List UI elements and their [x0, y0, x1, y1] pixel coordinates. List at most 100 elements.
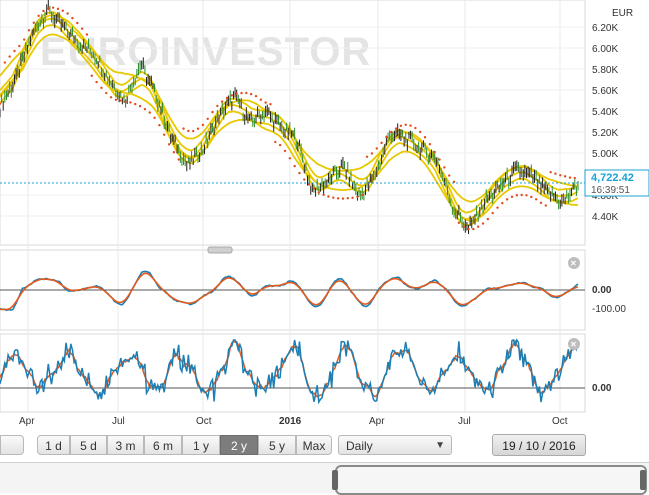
- sar-dot: [443, 166, 446, 169]
- price-tick: 5.20K: [592, 128, 618, 139]
- sar-dot: [27, 29, 31, 32]
- sar-dot: [13, 49, 16, 53]
- sar-dot: [66, 12, 69, 15]
- scroll-left-button[interactable]: [0, 435, 24, 455]
- interval-select[interactable]: Daily ▼: [338, 435, 452, 455]
- sar-dot: [423, 136, 427, 139]
- sar-dot: [501, 201, 504, 205]
- sar-dot: [351, 196, 354, 199]
- sar-dot: [462, 225, 465, 229]
- x-tick: Oct: [196, 416, 212, 427]
- sar-dot: [409, 124, 412, 127]
- sar-dot: [211, 110, 214, 114]
- sar-dot: [259, 98, 263, 101]
- price-tick: 6.00K: [592, 44, 618, 55]
- price-tick: 5.40K: [592, 107, 618, 118]
- sar-dot: [481, 222, 485, 225]
- x-tick: 2016: [279, 416, 302, 427]
- sar-dot: [525, 194, 528, 197]
- sar-dot: [134, 102, 137, 106]
- sar-dot: [100, 86, 103, 90]
- sar-dot: [563, 175, 567, 178]
- price-tick: 5.00K: [592, 149, 618, 160]
- navigator-right-handle[interactable]: [640, 470, 646, 490]
- sar-dot: [8, 55, 11, 58]
- range-1d-button[interactable]: 1 d: [37, 435, 70, 455]
- sar-dot: [433, 150, 436, 154]
- current-price-value: 4,722.42: [591, 172, 634, 184]
- price-tick: 5.80K: [592, 65, 618, 76]
- sar-dot: [109, 96, 113, 99]
- sar-dot: [61, 9, 64, 12]
- sar-dot: [80, 27, 84, 30]
- sar-dot: [288, 157, 292, 160]
- sar-dot: [380, 141, 383, 145]
- sar-dot: [3, 61, 7, 64]
- sar-dot: [394, 127, 398, 130]
- chart-area[interactable]: EUROINVESTOR EUR 6.20K 6.00K 5.80K 5.60K…: [0, 0, 649, 492]
- sar-dot: [520, 193, 523, 197]
- sar-dot: [322, 193, 325, 197]
- sar-dot: [56, 7, 60, 11]
- panel-splitter[interactable]: [207, 246, 233, 254]
- sar-dot: [370, 152, 374, 155]
- sar-dot: [505, 198, 509, 201]
- date-display: 19 / 10 / 2016: [492, 434, 586, 456]
- sar-dot: [71, 16, 74, 20]
- sar-dot: [303, 178, 306, 181]
- sar-dot: [317, 191, 320, 194]
- svg-text:×: ×: [571, 259, 577, 270]
- price-tick: 6.20K: [592, 23, 618, 34]
- sar-dot: [549, 170, 552, 174]
- sar-dot: [274, 140, 277, 144]
- navigator-window[interactable]: [335, 465, 647, 495]
- sar-dot: [336, 197, 340, 200]
- sar-dot: [539, 201, 543, 205]
- navigator-left-handle[interactable]: [332, 470, 338, 490]
- sar-dot: [196, 127, 200, 130]
- range-5y-button[interactable]: 5 y: [258, 435, 296, 455]
- sar-dot: [530, 195, 533, 199]
- range-max-button[interactable]: Max: [296, 435, 332, 455]
- sar-dot: [206, 117, 209, 121]
- sar-dot: [399, 124, 403, 128]
- sar-dot: [225, 96, 229, 100]
- sar-dot: [365, 155, 369, 159]
- sar-dot: [105, 91, 108, 95]
- sar-dot: [245, 91, 248, 95]
- sar-dot: [544, 204, 547, 207]
- sar-dot: [177, 158, 180, 161]
- sar-dot: [216, 104, 219, 108]
- range-5d-button[interactable]: 5 d: [70, 435, 107, 455]
- sar-dot: [375, 147, 378, 150]
- sar-dot: [37, 14, 40, 18]
- sar-dot: [534, 198, 538, 201]
- sar-dot: [341, 197, 345, 200]
- osc-tick: 0.00: [592, 383, 612, 394]
- sar-dot: [114, 98, 118, 102]
- x-tick: Jul: [458, 416, 471, 427]
- sar-dot: [447, 174, 451, 177]
- sar-dot: [240, 91, 243, 95]
- sar-dot: [428, 143, 432, 146]
- range-3m-button[interactable]: 3 m: [107, 435, 144, 455]
- price-tick: 5.60K: [592, 86, 618, 97]
- range-6m-button[interactable]: 6 m: [144, 435, 182, 455]
- range-2y-button[interactable]: 2 y: [220, 435, 258, 455]
- range-1y-button[interactable]: 1 y: [182, 435, 220, 455]
- price-tick: 4.40K: [592, 212, 618, 223]
- sar-dot: [346, 196, 349, 200]
- sar-dot: [47, 7, 50, 10]
- sar-dot: [467, 227, 470, 231]
- x-tick: Jul: [112, 416, 125, 427]
- svg-text:×: ×: [571, 340, 577, 351]
- sar-dot: [419, 130, 422, 134]
- sar-dot: [235, 92, 238, 96]
- sar-dot: [390, 130, 393, 134]
- sar-dot: [167, 143, 171, 146]
- sar-dot: [476, 225, 480, 228]
- sar-dot: [559, 174, 562, 177]
- chevron-down-icon: ▼: [435, 440, 445, 451]
- sar-dot: [249, 92, 253, 96]
- x-tick: Apr: [19, 416, 35, 427]
